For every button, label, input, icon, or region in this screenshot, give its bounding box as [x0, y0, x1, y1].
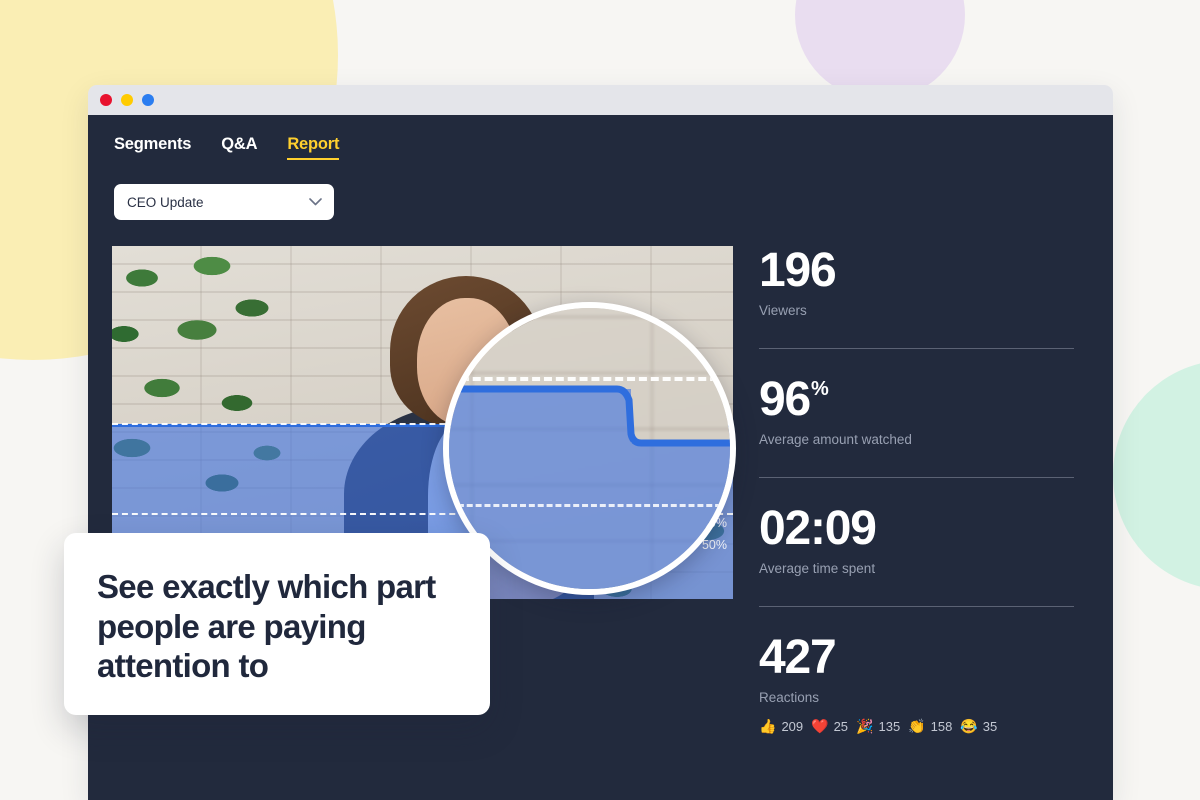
- stat-divider-2: [759, 476, 1074, 478]
- reaction-heart[interactable]: ❤️ 25: [811, 719, 848, 734]
- stat-divider-3: [759, 605, 1074, 607]
- reaction-clapping-hands-count: 158: [930, 718, 953, 734]
- maximize-window-button[interactable]: [142, 94, 154, 106]
- laughing-face-icon: 😂: [960, 718, 978, 734]
- decorative-circle-mint: [1113, 360, 1200, 590]
- video-select-value: CEO Update: [127, 194, 204, 210]
- chevron-down-icon: [309, 198, 322, 206]
- magnified-attention-curve: [449, 385, 730, 447]
- tab-report[interactable]: Report: [287, 135, 340, 160]
- tab-qa[interactable]: Q&A: [221, 135, 257, 160]
- reaction-thumbs-up[interactable]: 👍 209: [759, 719, 803, 734]
- stat-reactions-value: 427: [759, 630, 1074, 684]
- magnifier-content: [449, 308, 730, 589]
- callout-text: See exactly which part people are paying…: [97, 568, 436, 685]
- reaction-clapping-hands[interactable]: 👏 158: [908, 719, 952, 734]
- stat-percent-suffix: %: [811, 377, 829, 400]
- stat-viewers-value: 196: [759, 244, 1074, 297]
- reaction-heart-count: 25: [833, 718, 849, 734]
- thumbs-up-icon: 👍: [759, 718, 777, 734]
- stat-average-time-spent-label: Average time spent: [759, 560, 876, 576]
- stat-average-amount-watched-value: 96 %: [759, 372, 1074, 426]
- stat-viewers-label: Viewers: [759, 302, 807, 318]
- stat-reactions: 427 Reactions 👍 209 ❤️ 25 🎉 135 👏 158 😂 …: [759, 630, 1074, 738]
- tab-segments[interactable]: Segments: [114, 135, 191, 160]
- reaction-thumbs-up-count: 209: [781, 718, 804, 734]
- stat-reactions-label: Reactions: [759, 689, 820, 705]
- close-window-button[interactable]: [100, 94, 112, 106]
- reaction-party-popper[interactable]: 🎉 135: [856, 719, 900, 734]
- stat-average-amount-watched-number: 96: [759, 372, 811, 426]
- stats-panel: 196 Viewers 96 % Average amount watched …: [759, 244, 1074, 738]
- reaction-party-popper-count: 135: [878, 718, 901, 734]
- video-select-dropdown[interactable]: CEO Update: [114, 184, 334, 220]
- stat-reactions-number: 427: [759, 630, 837, 684]
- stat-average-amount-watched-label: Average amount watched: [759, 431, 912, 447]
- stat-average-time-spent-value: 02:09: [759, 501, 1074, 555]
- clapping-hands-icon: 👏: [908, 718, 926, 734]
- reaction-laughing-face[interactable]: 😂 35: [960, 719, 997, 734]
- stat-divider-1: [759, 347, 1074, 349]
- stat-average-time-spent: 02:09 Average time spent: [759, 501, 1074, 580]
- nav-tabs: Segments Q&A Report: [88, 115, 1113, 160]
- stat-average-time-spent-number: 02:09: [759, 501, 877, 555]
- stat-average-amount-watched: 96 % Average amount watched: [759, 372, 1074, 451]
- reaction-row: 👍 209 ❤️ 25 🎉 135 👏 158 😂 35: [759, 719, 1074, 734]
- stat-viewers-number: 196: [759, 244, 837, 297]
- callout-card: See exactly which part people are paying…: [64, 533, 490, 715]
- minimize-window-button[interactable]: [121, 94, 133, 106]
- reaction-laughing-face-count: 35: [982, 718, 998, 734]
- stat-viewers: 196 Viewers: [759, 244, 1074, 322]
- party-popper-icon: 🎉: [856, 718, 874, 734]
- window-title-bar: [88, 85, 1113, 115]
- heart-icon: ❤️: [811, 718, 829, 734]
